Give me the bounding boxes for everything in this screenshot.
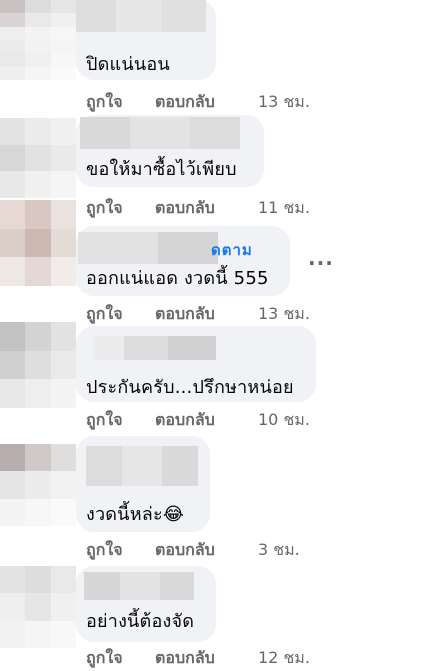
comment-actions: ถูกใจ ตอบกลับ 3 ชม. bbox=[86, 538, 326, 560]
comment-text: ออกแน่แอด งวดนี้ 555 bbox=[86, 268, 269, 289]
commenter-name[interactable] bbox=[84, 572, 194, 600]
like-button[interactable]: ถูกใจ bbox=[86, 302, 123, 327]
comment-text: อย่างนี้ต้องจัด bbox=[86, 611, 195, 632]
avatar[interactable] bbox=[0, 444, 76, 526]
avatar[interactable] bbox=[0, 0, 76, 40]
like-button[interactable]: ถูกใจ bbox=[86, 90, 123, 115]
reply-button[interactable]: ตอบกลับ bbox=[155, 646, 215, 671]
commenter-name[interactable] bbox=[76, 0, 206, 32]
comment-time[interactable]: 13 ชม. bbox=[258, 302, 310, 327]
comment-time[interactable]: 12 ชม. bbox=[258, 646, 310, 671]
like-button[interactable]: ถูกใจ bbox=[86, 646, 123, 671]
commenter-name[interactable] bbox=[94, 336, 216, 360]
comment-time[interactable]: 11 ชม. bbox=[258, 196, 310, 221]
commenter-name[interactable] bbox=[78, 232, 218, 264]
comment-text: ขอให้มาซื้อไว้เพียบ bbox=[86, 159, 237, 180]
avatar[interactable] bbox=[0, 322, 76, 408]
avatar[interactable] bbox=[0, 118, 76, 198]
like-button[interactable]: ถูกใจ bbox=[86, 408, 123, 433]
comment-text: ปิดแน่นอน bbox=[86, 54, 170, 75]
comment-actions: ถูกใจ ตอบกลับ 13 ชม. bbox=[86, 302, 326, 324]
reply-button[interactable]: ตอบกลับ bbox=[155, 538, 215, 563]
comment-actions: ถูกใจ ตอบกลับ 10 ชม. bbox=[86, 408, 326, 430]
comment-text: ประกันครับ...ปรึกษาหน่อย bbox=[86, 377, 294, 398]
reply-button[interactable]: ตอบกลับ bbox=[155, 302, 215, 327]
avatar[interactable] bbox=[0, 566, 76, 648]
follow-link[interactable]: ดตาม bbox=[211, 238, 253, 262]
commenter-name[interactable] bbox=[86, 446, 198, 486]
reply-button[interactable]: ตอบกลับ bbox=[155, 90, 215, 115]
comment-actions: ถูกใจ ตอบกลับ 11 ชม. bbox=[86, 196, 326, 218]
like-button[interactable]: ถูกใจ bbox=[86, 196, 123, 221]
comment-time[interactable]: 3 ชม. bbox=[258, 538, 300, 563]
comment-actions: ถูกใจ ตอบกลับ 12 ชม. bbox=[86, 646, 326, 668]
avatar[interactable] bbox=[0, 200, 76, 286]
comment-actions: ถูกใจ ตอบกลับ 13 ชม. bbox=[86, 90, 326, 112]
like-button[interactable]: ถูกใจ bbox=[86, 538, 123, 563]
reply-button[interactable]: ตอบกลับ bbox=[155, 408, 215, 433]
avatar[interactable] bbox=[0, 40, 76, 80]
comment-text: งวดนี้หล่ะ😂 bbox=[86, 504, 185, 525]
comment-time[interactable]: 13 ชม. bbox=[258, 90, 310, 115]
commenter-name[interactable] bbox=[80, 117, 240, 149]
more-options-button[interactable]: ... bbox=[308, 246, 334, 270]
reply-button[interactable]: ตอบกลับ bbox=[155, 196, 215, 221]
comment-time[interactable]: 10 ชม. bbox=[258, 408, 310, 433]
